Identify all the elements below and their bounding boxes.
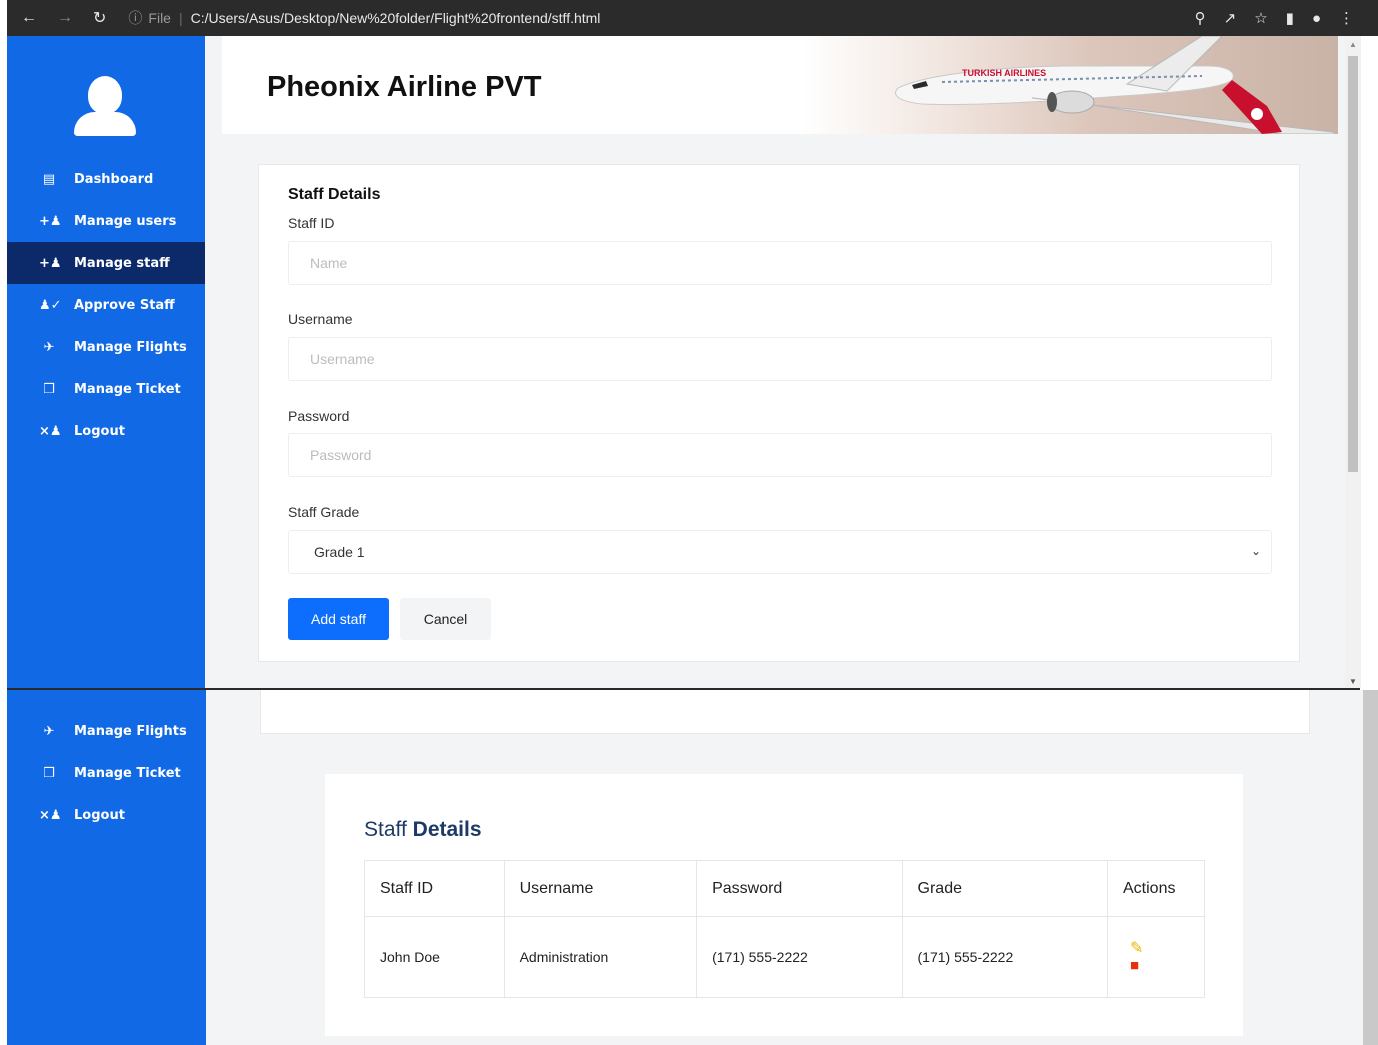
- staff-grade-label: Staff Grade: [288, 504, 360, 520]
- column-header-staff-id: Staff ID: [364, 860, 505, 917]
- password-input[interactable]: [288, 433, 1272, 477]
- sidebar-item-label: Approve Staff: [74, 297, 175, 313]
- sidebar-item-manage-ticket[interactable]: ❒ Manage Ticket: [7, 368, 205, 410]
- sidebar-item-logout[interactable]: ×♟ Logout: [7, 410, 205, 452]
- info-icon[interactable]: ⓘ: [128, 8, 142, 28]
- sidebar-item-dashboard[interactable]: ▤ Dashboard: [7, 158, 205, 200]
- sidebar-item-manage-flights[interactable]: ✈ Manage Flights: [7, 710, 205, 752]
- user-x-icon: ×♟: [39, 423, 62, 439]
- bookmark-star-icon[interactable]: ☆: [1254, 9, 1267, 27]
- staff-grade-value: Grade 1: [314, 544, 365, 560]
- table-row: John Doe Administration (171) 555-2222 (…: [364, 916, 1205, 998]
- table-header-row: Staff ID Username Password Grade Actions: [364, 860, 1205, 917]
- sidebar-item-manage-staff[interactable]: +♟ Manage staff: [7, 242, 205, 284]
- table-title-first: Staff: [364, 818, 407, 841]
- menu-dots-icon[interactable]: ⋮: [1339, 9, 1354, 27]
- header-banner: Pheonix Airline PVT TURKISH AIRLINES: [222, 36, 1338, 134]
- sidebar-item-label: Logout: [74, 807, 125, 823]
- chevron-down-icon: ⌄: [1250, 544, 1261, 558]
- sidebar-item-label: Manage Ticket: [74, 765, 181, 781]
- reload-icon[interactable]: ↻: [93, 8, 106, 28]
- sidebar-item-label: Dashboard: [74, 171, 154, 187]
- url-separator: |: [178, 10, 183, 26]
- sidebar-item-label: Manage Ticket: [74, 381, 181, 397]
- column-header-actions: Actions: [1107, 860, 1205, 917]
- sidebar-item-manage-users[interactable]: +♟ Manage users: [7, 200, 205, 242]
- share-icon[interactable]: ↗: [1224, 9, 1237, 27]
- sidebar-item-approve-staff[interactable]: ♟✓ Approve Staff: [7, 284, 205, 326]
- user-check-icon: ♟✓: [39, 297, 62, 313]
- page-scrollbar[interactable]: [1363, 690, 1378, 1045]
- sidebar-menu: ✈ Manage Flights ❒ Manage Ticket ×♟ Logo…: [7, 710, 205, 836]
- password-label: Password: [288, 408, 350, 424]
- cell-grade: (171) 555-2222: [901, 916, 1109, 998]
- column-header-username: Username: [503, 860, 698, 917]
- form-title: Staff Details: [288, 186, 381, 203]
- staff-id-label: Staff ID: [288, 215, 335, 231]
- edit-pencil-icon[interactable]: ✎: [1130, 940, 1204, 958]
- page-viewport-top: ▤ Dashboard +♟ Manage users +♟ Manage st…: [7, 36, 1352, 688]
- page-scrollbar[interactable]: ▲ ▼: [1345, 36, 1361, 688]
- staff-table-card: Staff Details Staff ID Username Password…: [325, 774, 1243, 1036]
- sidebar-item-label: Logout: [74, 423, 125, 439]
- avatar: [74, 76, 136, 136]
- staff-grade-select[interactable]: Grade 1 ⌄: [288, 530, 1272, 574]
- profile-icon[interactable]: ●: [1312, 10, 1321, 27]
- ticket-icon: ❒: [43, 765, 55, 781]
- dashboard-icon: ▤: [42, 171, 56, 187]
- sidebar-item-label: Manage users: [74, 213, 177, 229]
- sidepanel-icon[interactable]: ▮: [1286, 9, 1294, 27]
- sidebar-item-label: Manage staff: [74, 255, 170, 271]
- user-plus-icon: +♟: [39, 255, 62, 271]
- sidebar-item-logout[interactable]: ×♟ Logout: [7, 794, 205, 836]
- add-staff-button[interactable]: Add staff: [288, 598, 389, 640]
- staff-form-card: Staff Details Staff ID Username Password…: [258, 164, 1300, 662]
- scroll-up-icon[interactable]: ▲: [1349, 40, 1357, 49]
- sidebar-item-manage-flights[interactable]: ✈ Manage Flights: [7, 326, 205, 368]
- cell-staff-id: John Doe: [364, 916, 505, 998]
- page-viewport-bottom: ✈ Manage Flights ❒ Manage Ticket ×♟ Logo…: [7, 690, 1363, 1045]
- column-header-password: Password: [696, 860, 903, 917]
- sidebar-menu: ▤ Dashboard +♟ Manage users +♟ Manage st…: [7, 158, 205, 452]
- delete-trash-icon[interactable]: ■: [1130, 958, 1204, 974]
- airplane-banner-image: TURKISH AIRLINES: [895, 36, 1338, 134]
- sidebar-item-manage-ticket[interactable]: ❒ Manage Ticket: [7, 752, 205, 794]
- username-input[interactable]: [288, 337, 1272, 381]
- username-label: Username: [288, 311, 353, 327]
- staff-form-card-tail: [260, 690, 1310, 734]
- browser-toolbar: ← → ↻ ⓘ File | C:/Users/Asus/Desktop/New…: [7, 0, 1378, 36]
- sidebar: ✈ Manage Flights ❒ Manage Ticket ×♟ Logo…: [7, 690, 206, 1045]
- file-label: File: [148, 10, 171, 26]
- user-x-icon: ×♟: [39, 807, 62, 823]
- zoom-icon[interactable]: ⚲: [1195, 9, 1206, 27]
- back-icon[interactable]: ←: [21, 9, 37, 27]
- scroll-down-icon[interactable]: ▼: [1349, 677, 1357, 686]
- table-title: Staff Details: [364, 818, 482, 842]
- plane-icon: ✈: [43, 723, 55, 739]
- staff-table: Staff ID Username Password Grade Actions…: [364, 860, 1205, 998]
- airline-livery-text: TURKISH AIRLINES: [962, 68, 1046, 78]
- scrollbar-thumb[interactable]: [1348, 56, 1358, 472]
- cancel-button[interactable]: Cancel: [400, 598, 491, 640]
- sidebar: ▤ Dashboard +♟ Manage users +♟ Manage st…: [7, 36, 205, 688]
- table-title-second: Details: [412, 818, 482, 841]
- cell-password: (171) 555-2222: [696, 916, 903, 998]
- plane-icon: ✈: [43, 339, 55, 355]
- url-text[interactable]: C:/Users/Asus/Desktop/New%20folder/Fligh…: [191, 10, 601, 26]
- sidebar-item-label: Manage Flights: [74, 723, 187, 739]
- forward-icon[interactable]: →: [57, 9, 73, 27]
- sidebar-item-label: Manage Flights: [74, 339, 187, 355]
- column-header-grade: Grade: [901, 860, 1109, 917]
- ticket-icon: ❒: [43, 381, 55, 397]
- address-bar[interactable]: ⓘ File | C:/Users/Asus/Desktop/New%20fol…: [128, 8, 600, 28]
- user-plus-icon: +♟: [39, 213, 62, 229]
- staff-id-input[interactable]: [288, 241, 1272, 285]
- cell-actions: ✎ ■: [1107, 916, 1205, 998]
- cell-username: Administration: [503, 916, 698, 998]
